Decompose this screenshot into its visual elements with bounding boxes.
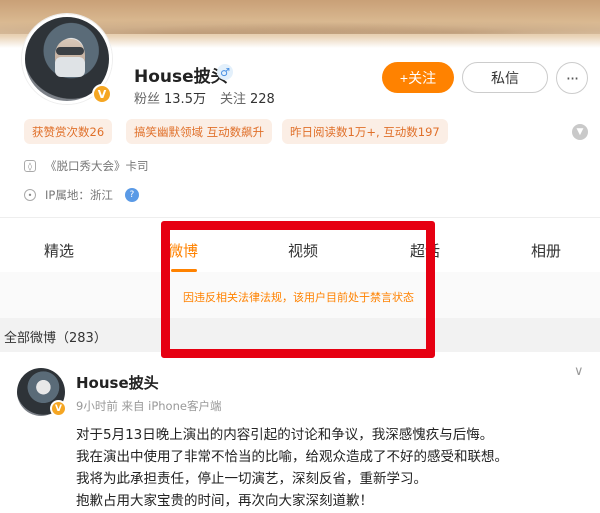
shield-icon: ◊ (24, 160, 36, 172)
cast-text: 《脱口秀大会》卡司 (45, 159, 149, 173)
tag-tips-count[interactable]: 获赞赏次数26 (24, 119, 113, 144)
male-gender-icon: ♂ (217, 64, 233, 80)
post-meta: 9小时前 来自 iPhone客户端 (76, 399, 222, 413)
following-label: 关注 (219, 92, 246, 107)
tab-featured[interactable]: 精选 (44, 240, 74, 261)
post-menu-chevron-icon[interactable]: ∨ (574, 364, 584, 379)
post-line: 我在演出中使用了非常不恰当的比喻，给观众造成了不好的感受和联想。 (76, 449, 508, 465)
help-icon[interactable]: ? (124, 188, 139, 202)
verified-badge-icon: V (92, 84, 112, 104)
cast-info: ◊ 《脱口秀大会》卡司 (24, 158, 149, 174)
post-author-name[interactable]: House披头 (76, 372, 159, 393)
location-icon: • (24, 189, 36, 201)
profile-name: House披头 (134, 67, 228, 87)
followers-count[interactable]: 13.5万 (164, 92, 206, 107)
ip-text: IP属地：浙江 (45, 188, 113, 202)
tag-humor-field[interactable]: 搞笑幽默领域 互动数飙升 (126, 119, 273, 144)
highlight-box (161, 221, 435, 358)
ip-info: • IP属地：浙江 ? (24, 187, 139, 203)
post-body: 对于5月13日晚上演出的内容引起的讨论和争议，我深感愧疚与后悔。 我在演出中使用… (76, 424, 596, 512)
chevron-down-icon[interactable]: ▼ (572, 124, 588, 140)
post-line: 抱歉占用大家宝贵的时间，再次向大家深刻道歉！ (76, 493, 373, 509)
post-verified-badge-icon: V (50, 400, 67, 417)
post-line: 我将为此承担责任，停止一切演艺，深刻反省，重新学习。 (76, 471, 427, 487)
following-count[interactable]: 228 (250, 92, 275, 107)
followers-label: 粉丝 (134, 92, 161, 107)
profile-stats: 粉丝 13.5万 关注 228 (134, 88, 289, 107)
tag-reads-yesterday[interactable]: 昨日阅读数1万+, 互动数197 (282, 119, 448, 144)
follow-button[interactable]: +关注 (382, 62, 454, 93)
more-options-icon[interactable]: ··· (556, 62, 588, 94)
post-line: 对于5月13日晚上演出的内容引起的讨论和争议，我深感愧疚与后悔。 (76, 427, 494, 443)
all-posts-title[interactable]: 全部微博（283） (4, 327, 107, 346)
divider (0, 217, 600, 218)
message-button[interactable]: 私信 (462, 62, 548, 93)
tab-album[interactable]: 相册 (531, 240, 561, 261)
